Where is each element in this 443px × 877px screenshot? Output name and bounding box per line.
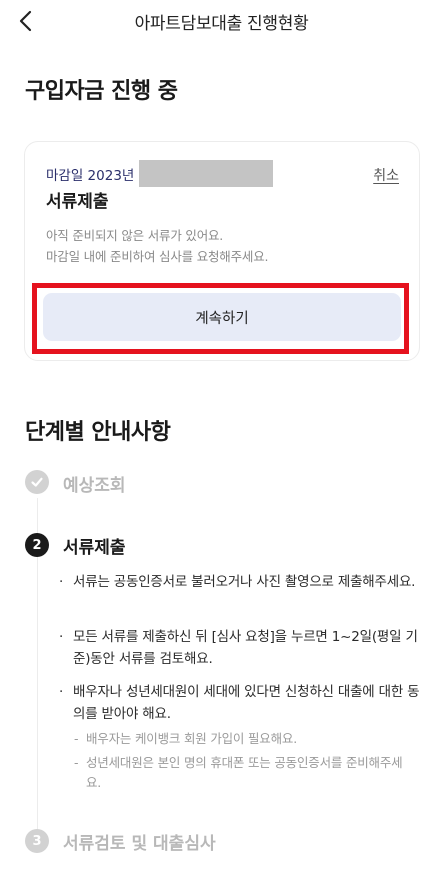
redacted-date	[139, 160, 273, 187]
bullet-dot: ·	[59, 574, 64, 590]
step-label: 예상조회	[63, 476, 126, 496]
step-number-marker: 3	[25, 829, 49, 853]
current-step-name: 서류제출	[46, 192, 109, 212]
guide-subnote: - 성년세대원은 본인 명의 휴대폰 또는 공동인증서를 준비해주세요.	[74, 753, 414, 793]
step-done-marker	[25, 470, 49, 494]
notice-text: 아직 준비되지 않은 서류가 있어요. 마감일 내에 준비하여 심사를 요청해주…	[46, 225, 268, 267]
top-bar: 아파트담보대출 진행현황	[0, 0, 443, 42]
cancel-link[interactable]: 취소	[373, 165, 399, 185]
step-number-marker: 2	[25, 533, 49, 557]
bullet-text: 배우자나 성년세대원이 세대에 있다면 신청하신 대출에 대한 동의를 받아야 …	[73, 684, 420, 722]
subnote-dash: -	[74, 731, 79, 746]
subnote-text: 배우자는 케이뱅크 회원 가입이 필요해요.	[86, 731, 297, 746]
guide-subnote: - 배우자는 케이뱅크 회원 가입이 필요해요.	[74, 729, 414, 749]
bullet-text: 모든 서류를 제출하신 뒤 [심사 요청]을 누르면 1~2일(평일 기준)동안…	[73, 629, 418, 667]
page: 아파트담보대출 진행현황 구입자금 진행 중 마감일 2023년 취소 서류제출…	[0, 0, 443, 877]
progress-card: 마감일 2023년 취소 서류제출 아직 준비되지 않은 서류가 있어요. 마감…	[24, 141, 420, 361]
progress-title: 구입자금 진행 중	[25, 79, 178, 104]
bullet-dot: ·	[59, 684, 64, 700]
guide-bullet: · 배우자나 성년세대원이 세대에 있다면 신청하신 대출에 대한 동의를 받아…	[59, 681, 425, 725]
guide-bullet: · 서류는 공동인증서로 불러오거나 사진 촬영으로 제출해주세요.	[59, 571, 425, 593]
deadline-label: 마감일 2023년	[46, 168, 135, 184]
guide-title: 단계별 안내사항	[25, 420, 171, 445]
bullet-text: 서류는 공동인증서로 불러오거나 사진 촬영으로 제출해주세요.	[73, 574, 416, 590]
notice-line: 아직 준비되지 않은 서류가 있어요.	[46, 228, 224, 243]
guide-bullet: · 모든 서류를 제출하신 뒤 [심사 요청]을 누르면 1~2일(평일 기준)…	[59, 626, 425, 670]
subnote-dash: -	[74, 755, 79, 770]
step-label: 서류제출	[63, 538, 126, 558]
step-label: 서류검토 및 대출심사	[63, 834, 216, 854]
continue-button[interactable]: 계속하기	[43, 293, 401, 341]
page-title: 아파트담보대출 진행현황	[134, 14, 309, 34]
notice-line: 마감일 내에 준비하여 심사를 요청해주세요.	[46, 249, 269, 264]
subnote-text: 성년세대원은 본인 명의 휴대폰 또는 공동인증서를 준비해주세요.	[86, 755, 403, 790]
check-icon	[31, 477, 43, 487]
bullet-dot: ·	[59, 629, 64, 645]
